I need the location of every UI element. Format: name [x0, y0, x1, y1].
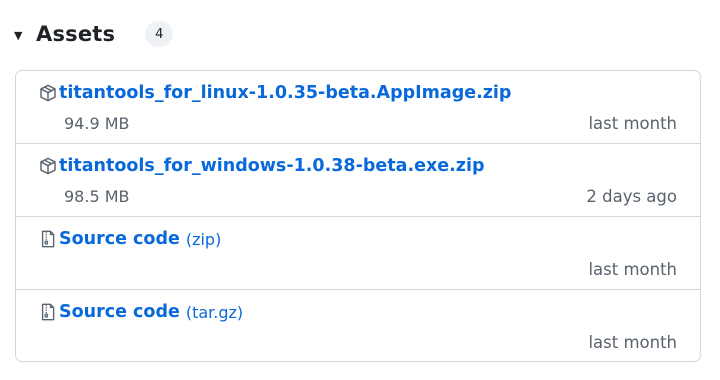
asset-date: last month: [588, 260, 677, 279]
asset-format[interactable]: (zip): [186, 230, 221, 249]
source-code-zip-link[interactable]: Source code (zip): [38, 229, 221, 249]
asset-row: Source code (tar.gz) last month: [16, 289, 700, 361]
assets-title: Assets: [36, 22, 116, 46]
assets-list: titantools_for_linux-1.0.35-beta.AppImag…: [15, 70, 701, 362]
asset-row: titantools_for_linux-1.0.35-beta.AppImag…: [16, 71, 700, 143]
asset-row: titantools_for_windows-1.0.38-beta.exe.z…: [16, 143, 700, 216]
package-icon: [38, 156, 58, 176]
asset-download-link[interactable]: titantools_for_linux-1.0.35-beta.AppImag…: [38, 83, 511, 103]
package-icon: [38, 83, 58, 103]
asset-row: Source code (zip) last month: [16, 216, 700, 289]
asset-name[interactable]: titantools_for_windows-1.0.38-beta.exe.z…: [59, 156, 484, 176]
asset-name[interactable]: Source code: [59, 302, 180, 322]
asset-size: 98.5 MB: [64, 187, 130, 206]
asset-name[interactable]: titantools_for_linux-1.0.35-beta.AppImag…: [59, 83, 511, 103]
source-code-targz-link[interactable]: Source code (tar.gz): [38, 302, 243, 322]
file-zip-icon: [38, 229, 58, 249]
asset-date: last month: [588, 333, 677, 352]
asset-date: 2 days ago: [586, 187, 677, 206]
asset-download-link[interactable]: titantools_for_windows-1.0.38-beta.exe.z…: [38, 156, 484, 176]
asset-size: 94.9 MB: [64, 114, 130, 133]
file-zip-icon: [38, 302, 58, 322]
assets-count-badge: 4: [145, 21, 174, 47]
assets-header[interactable]: ▼ Assets 4: [14, 18, 174, 50]
asset-date: last month: [588, 114, 677, 133]
asset-format[interactable]: (tar.gz): [186, 303, 243, 322]
caret-down-icon[interactable]: ▼: [14, 29, 28, 42]
asset-name[interactable]: Source code: [59, 229, 180, 249]
